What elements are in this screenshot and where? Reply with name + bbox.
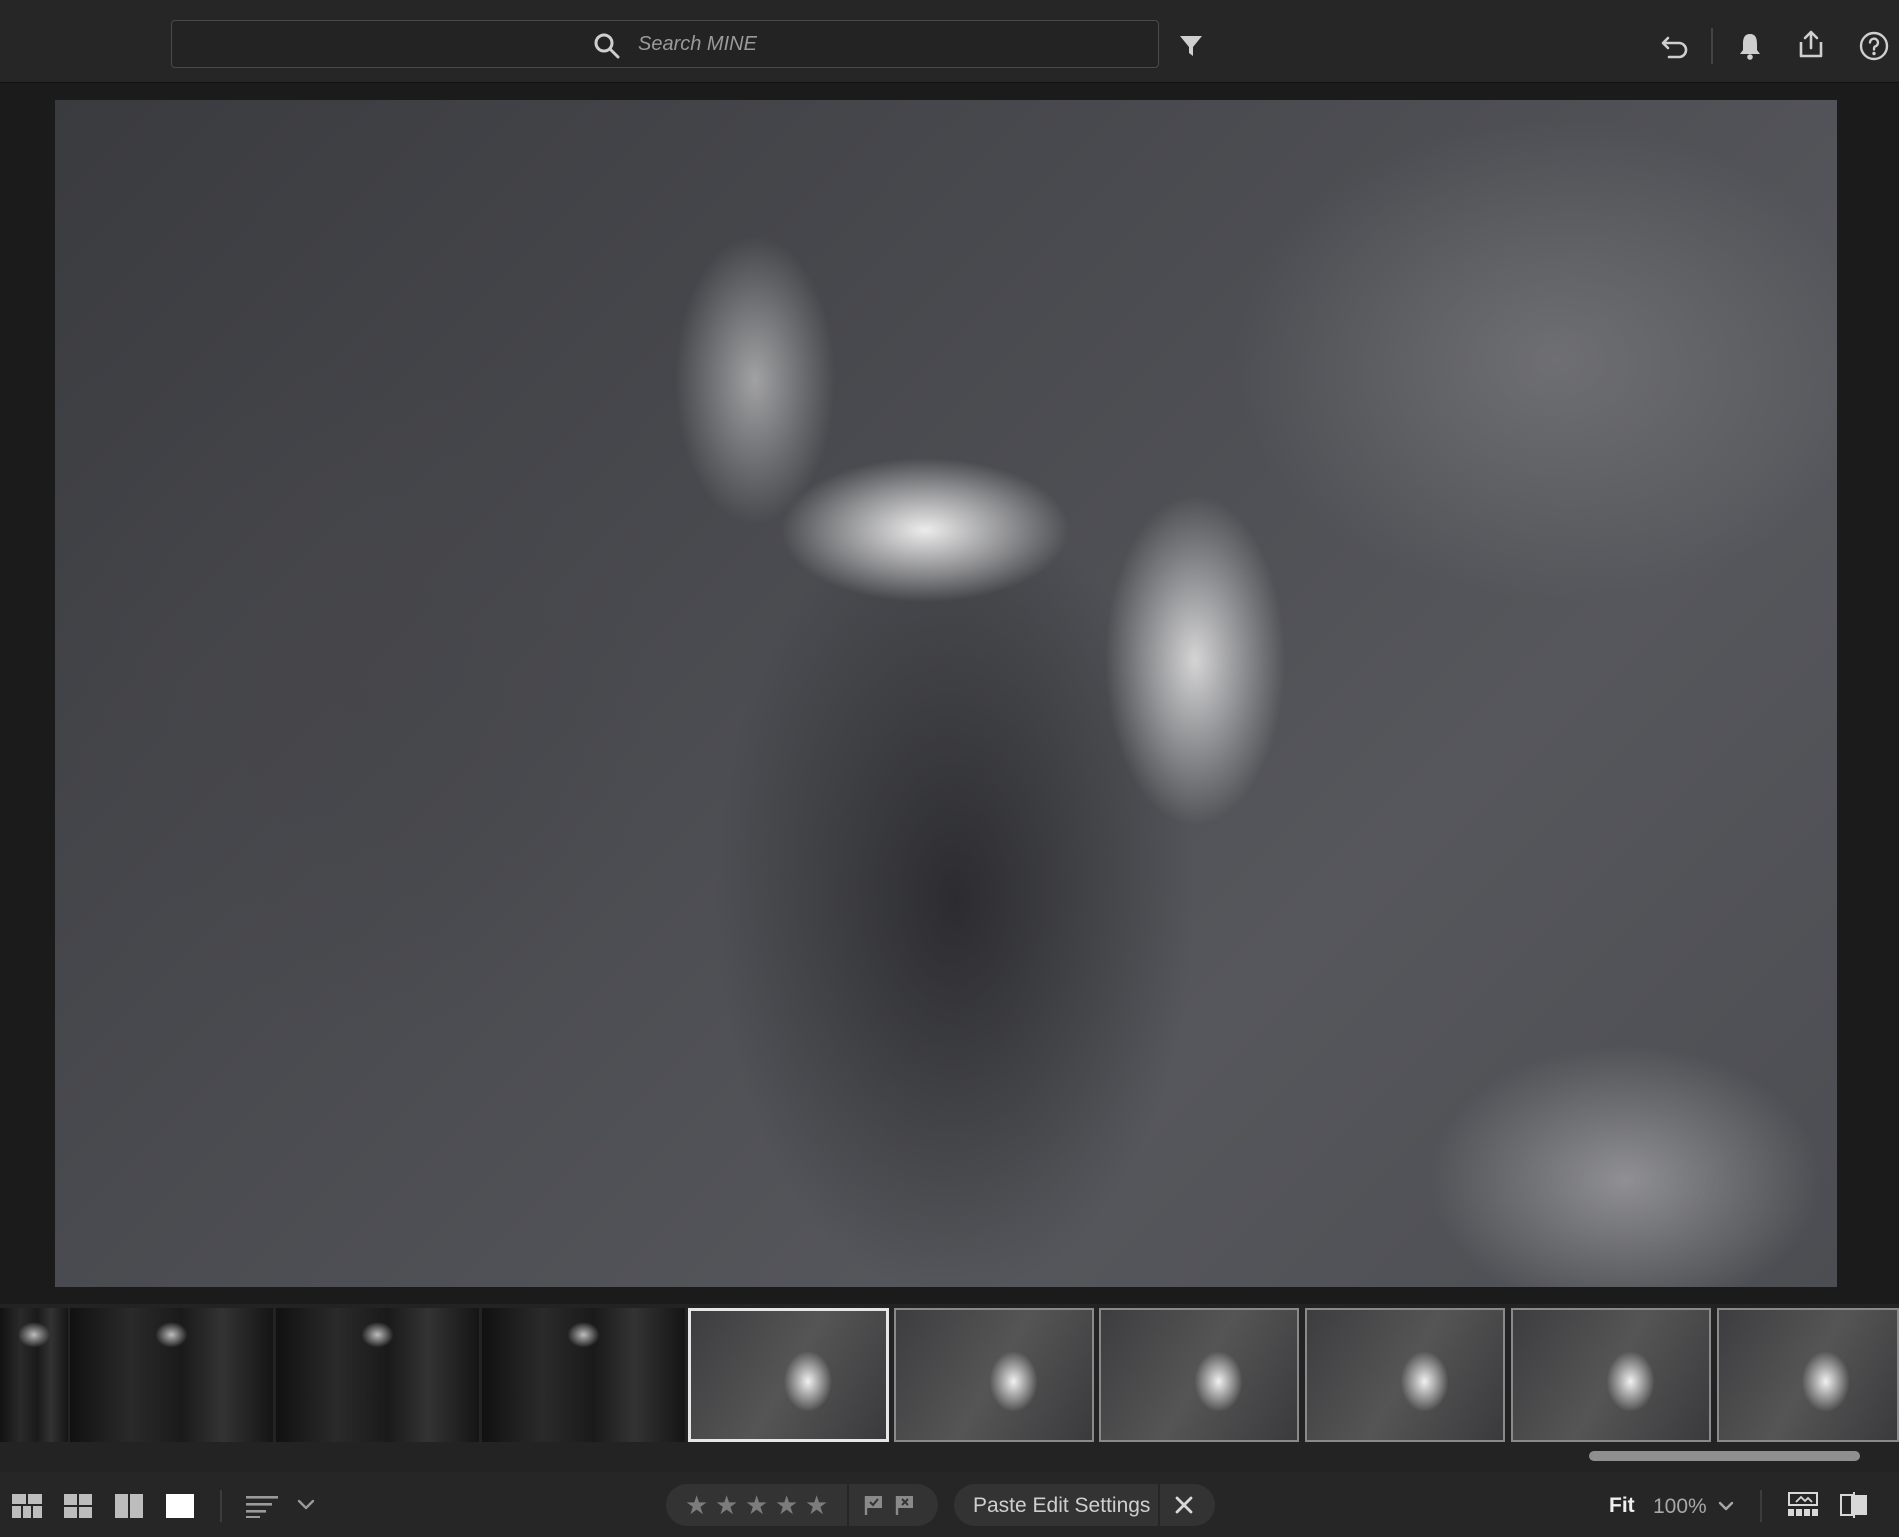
filmstrip-thumbnail[interactable] [0,1308,68,1442]
main-photo[interactable] [55,100,1837,1287]
filmstrip-thumbnail[interactable] [1717,1308,1899,1442]
filmstrip-thumbnail[interactable] [1305,1308,1505,1442]
bottom-toolbar: ★ ★ ★ ★ ★ Paste Edit Settings Fit 100% [0,1472,1899,1537]
undo-icon[interactable] [1659,30,1691,62]
zoom-level[interactable]: 100% [1653,1495,1707,1519]
filmstrip-thumbnail[interactable] [1511,1308,1711,1442]
search-field[interactable]: Search MINE [171,20,1159,68]
toolbar-divider [1711,28,1713,64]
search-icon [594,33,620,59]
share-icon[interactable] [1795,28,1827,60]
paste-edit-settings-control: Paste Edit Settings [954,1484,1215,1526]
rating-star-5[interactable]: ★ [805,1491,828,1521]
paste-edit-settings-button[interactable]: Paste Edit Settings [973,1494,1150,1518]
chevron-down-icon[interactable] [296,1497,316,1511]
flag-pick-icon[interactable] [863,1494,885,1516]
help-icon[interactable] [1858,30,1890,62]
filmstrip-thumbnail[interactable] [1099,1308,1299,1442]
grid-layout-icon[interactable] [12,1494,42,1518]
close-icon[interactable] [1174,1495,1194,1515]
filmstrip-scrollbar[interactable] [1589,1451,1860,1461]
photo-viewer [0,83,1899,1303]
filmstrip-thumbnail[interactable] [482,1308,685,1442]
rating-star-1[interactable]: ★ [685,1491,708,1521]
filmstrip-thumbnail[interactable] [894,1308,1094,1442]
before-after-icon[interactable] [1840,1492,1868,1518]
top-bar: Search MINE [0,0,1899,83]
sort-icon[interactable] [246,1494,278,1518]
fit-button[interactable]: Fit [1609,1494,1635,1518]
rating-star-2[interactable]: ★ [715,1491,738,1521]
single-view-icon[interactable] [166,1494,194,1518]
search-input[interactable]: Search MINE [638,33,757,56]
rating-divider [847,1484,849,1526]
filmstrip-thumbnail[interactable] [276,1308,479,1442]
rating-star-4[interactable]: ★ [775,1491,798,1521]
chevron-down-icon[interactable] [1717,1499,1735,1513]
flag-reject-icon[interactable] [894,1494,916,1516]
square-grid-icon[interactable] [64,1494,92,1518]
toolbar-divider [220,1490,222,1522]
filmstrip-toggle-icon[interactable] [1788,1492,1818,1518]
rating-star-3[interactable]: ★ [745,1491,768,1521]
filmstrip [0,1304,1899,1472]
filter-icon[interactable] [1175,30,1207,62]
compare-icon[interactable] [115,1494,143,1518]
toolbar-divider [1760,1490,1762,1522]
filmstrip-thumbnail[interactable] [70,1308,273,1442]
paste-divider [1158,1484,1160,1526]
bell-icon[interactable] [1734,30,1766,62]
rating-control: ★ ★ ★ ★ ★ [666,1484,938,1526]
filmstrip-thumbnail-selected[interactable] [688,1308,889,1442]
